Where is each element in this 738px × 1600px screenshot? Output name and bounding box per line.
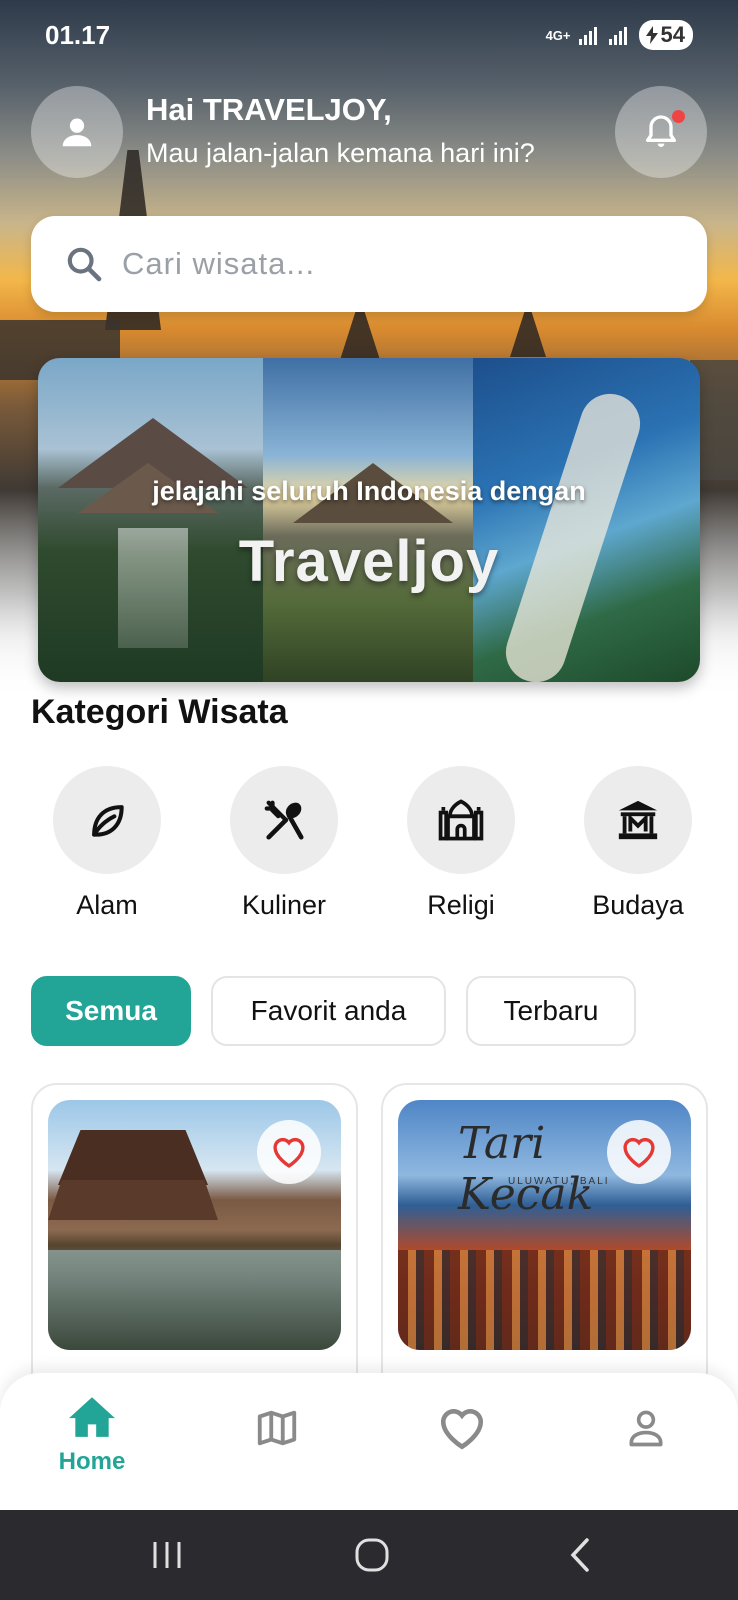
filter-chip-terbaru[interactable]: Terbaru bbox=[466, 976, 636, 1046]
banner-title: Traveljoy bbox=[238, 529, 500, 594]
profile-icon bbox=[629, 1410, 663, 1447]
heart-icon bbox=[273, 1137, 305, 1168]
pond-shape bbox=[48, 1250, 341, 1350]
home-system-button[interactable] bbox=[347, 1535, 397, 1575]
signal-icon bbox=[578, 25, 601, 45]
category-religi[interactable]: Religi bbox=[391, 766, 531, 921]
temple-silhouette bbox=[510, 312, 546, 357]
banner-subtitle: jelajahi seluruh Indonesia dengan bbox=[152, 476, 586, 506]
nav-profile[interactable] bbox=[586, 1393, 706, 1456]
signal-icon bbox=[608, 25, 631, 45]
category-budaya[interactable]: Budaya bbox=[568, 766, 708, 921]
leaf-icon bbox=[92, 805, 124, 837]
back-button[interactable] bbox=[555, 1535, 605, 1575]
map-icon bbox=[257, 1410, 297, 1446]
temple-silhouette bbox=[340, 310, 380, 360]
recent-apps-icon bbox=[153, 1542, 181, 1568]
fork-spoon-icon bbox=[264, 800, 304, 840]
destination-card[interactable]: Tari Kecak ULUWATU, BALI bbox=[381, 1083, 708, 1413]
banner-image-mountain bbox=[38, 358, 263, 682]
search-icon bbox=[67, 247, 102, 282]
category-icon-container bbox=[584, 766, 692, 874]
category-icon-container bbox=[407, 766, 515, 874]
crowd-shape bbox=[398, 1250, 691, 1350]
categories-title: Kategori Wisata bbox=[31, 693, 288, 731]
back-icon bbox=[570, 1538, 589, 1572]
category-icon-container bbox=[230, 766, 338, 874]
pavilion-roof-shape bbox=[58, 1130, 208, 1185]
mosque-icon bbox=[438, 799, 484, 841]
category-alam[interactable]: Alam bbox=[37, 766, 177, 921]
category-label: Religi bbox=[427, 890, 495, 920]
status-time: 01.17 bbox=[45, 20, 111, 50]
notification-dot bbox=[672, 110, 685, 123]
home-icon bbox=[69, 1397, 115, 1437]
category-label: Kuliner bbox=[241, 890, 327, 920]
status-indicators: 4G+ 54 bbox=[546, 20, 693, 50]
search-bar[interactable] bbox=[31, 216, 707, 312]
search-input[interactable] bbox=[122, 246, 642, 282]
destination-image: Tari Kecak ULUWATU, BALI bbox=[398, 1100, 691, 1350]
category-icon-container bbox=[53, 766, 161, 874]
greeting-subtitle: Mau jalan-jalan kemana hari ini? bbox=[146, 138, 535, 168]
battery-level: 54 bbox=[660, 22, 685, 47]
destination-card[interactable] bbox=[31, 1083, 358, 1413]
avatar-button[interactable] bbox=[31, 86, 123, 178]
filter-chip-semua[interactable]: Semua bbox=[31, 976, 191, 1046]
greeting-title: Hai TRAVELJOY, bbox=[146, 92, 392, 127]
category-label: Budaya bbox=[592, 890, 684, 920]
category-label: Alam bbox=[76, 890, 138, 920]
recent-apps-button[interactable] bbox=[142, 1535, 192, 1575]
heart-icon bbox=[623, 1137, 655, 1168]
home-circle-icon bbox=[355, 1538, 389, 1572]
charging-icon bbox=[645, 26, 658, 44]
notification-button[interactable] bbox=[615, 86, 707, 178]
category-kuliner[interactable]: Kuliner bbox=[214, 766, 354, 921]
heart-icon bbox=[440, 1409, 484, 1450]
filter-chip-favorit[interactable]: Favorit anda bbox=[211, 976, 446, 1046]
nav-label: Home bbox=[58, 1448, 126, 1475]
status-bar: 01.17 4G+ 54 bbox=[0, 0, 738, 70]
image-subcaption: ULUWATU, BALI bbox=[508, 1176, 610, 1187]
pavilion-roof-shape bbox=[48, 1180, 218, 1220]
promo-banner[interactable]: jelajahi seluruh Indonesia dengan Travel… bbox=[38, 358, 700, 682]
banner-image-bromo bbox=[263, 358, 473, 682]
nav-map[interactable] bbox=[217, 1393, 337, 1456]
bottom-navigation: Home bbox=[0, 1373, 738, 1510]
battery-indicator: 54 bbox=[638, 20, 693, 50]
network-type: 4G+ bbox=[545, 27, 571, 43]
nav-home[interactable]: Home bbox=[32, 1393, 152, 1476]
person-icon bbox=[62, 118, 92, 147]
nav-favorites[interactable] bbox=[402, 1393, 522, 1456]
favorite-button[interactable] bbox=[607, 1120, 671, 1184]
destination-image bbox=[48, 1100, 341, 1350]
system-navigation-bar bbox=[0, 1510, 738, 1600]
museum-icon bbox=[618, 800, 658, 840]
favorite-button[interactable] bbox=[257, 1120, 321, 1184]
banner-image-coast bbox=[473, 358, 700, 682]
